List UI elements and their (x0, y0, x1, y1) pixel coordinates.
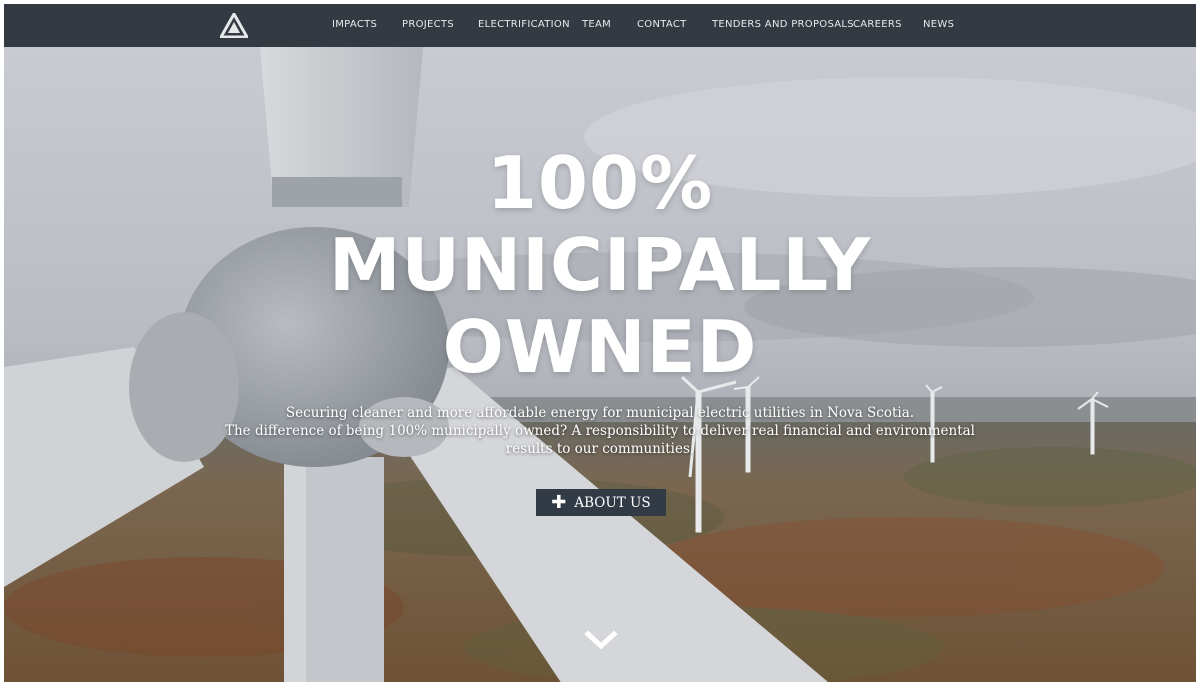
hero-headline-line2: MUNICIPALLY (328, 223, 872, 307)
hero-description: Securing cleaner and more affordable ene… (224, 404, 976, 458)
hero-description-line1: Securing cleaner and more affordable ene… (285, 405, 915, 421)
nav-item-careers[interactable]: CAREERS (853, 19, 902, 30)
nav-item-projects[interactable]: PROJECTS (402, 19, 454, 30)
hero-headline-line1: 100% (486, 141, 714, 225)
triangle-logo-icon[interactable] (220, 13, 248, 38)
nav-item-news[interactable]: NEWS (923, 19, 954, 30)
hero-headline-line3: OWNED (442, 305, 758, 389)
nav-item-contact[interactable]: CONTACT (637, 19, 687, 30)
hero-description-line2: The difference of being 100% municipally… (224, 423, 975, 457)
about-us-button[interactable]: ✚ ABOUT US (536, 489, 666, 516)
about-us-button-label: ABOUT US (574, 494, 651, 511)
nav-item-impacts[interactable]: IMPACTS (332, 19, 377, 30)
page-frame: IMPACTS PROJECTS ELECTRIFICATION TEAM CO… (4, 4, 1196, 682)
nav-item-tenders[interactable]: TENDERS AND PROPOSALS (712, 19, 854, 30)
hero-section: 100% MUNICIPALLY OWNED Securing cleaner … (4, 47, 1196, 682)
top-navbar: IMPACTS PROJECTS ELECTRIFICATION TEAM CO… (4, 4, 1196, 47)
chevron-down-icon[interactable] (584, 629, 618, 651)
nav-item-team[interactable]: TEAM (582, 19, 611, 30)
nav-item-electrification[interactable]: ELECTRIFICATION (478, 19, 570, 30)
plus-icon: ✚ (551, 491, 567, 513)
